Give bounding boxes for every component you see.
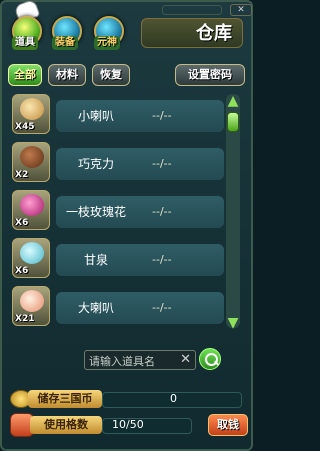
item-name: 一枝玫瑰花 <box>65 205 126 219</box>
search-box: ✕ <box>84 350 196 370</box>
window-title: 仓库 <box>141 18 243 48</box>
filter-tabs: 全部 材料 恢复 设置密码 <box>8 64 253 88</box>
item-quantity: X21 <box>15 314 35 324</box>
item-quantity: X45 <box>15 122 35 132</box>
item-time: --/-- <box>152 301 172 314</box>
used-slots-label: 使用格数 <box>30 416 102 434</box>
tab-recovery[interactable]: 恢复 <box>92 64 130 86</box>
item-time: --/-- <box>152 253 172 266</box>
item-plate: 一枝玫瑰花 --/-- <box>56 196 224 228</box>
item-slot[interactable]: X21 <box>12 286 50 326</box>
scrollbar-thumb[interactable] <box>227 112 239 132</box>
item-slot[interactable]: X6 <box>12 190 50 230</box>
item-list: X45 小喇叭 --/-- X2 巧克力 --/-- X6 一枝玫瑰花 --/-… <box>8 88 224 336</box>
withdraw-button[interactable]: 取钱 <box>208 414 248 436</box>
top-bar: ✕ 道具 装备 元神 仓库 <box>2 0 255 54</box>
category-equipment-label: 装备 <box>52 36 78 50</box>
spring-icon <box>20 242 44 264</box>
list-item[interactable]: X2 巧克力 --/-- <box>8 140 224 186</box>
scroll-down-icon[interactable]: ▼ <box>224 316 242 330</box>
item-plate: 甘泉 --/-- <box>56 244 224 276</box>
item-slot[interactable]: X45 <box>12 94 50 134</box>
stored-coins-value: 0 <box>170 392 177 405</box>
tab-all[interactable]: 全部 <box>8 64 42 86</box>
set-password-button[interactable]: 设置密码 <box>175 64 245 86</box>
scroll-up-icon[interactable]: ▲ <box>224 94 242 108</box>
item-slot[interactable]: X6 <box>12 238 50 278</box>
category-props-label: 道具 <box>12 36 38 50</box>
item-name: 巧克力 <box>77 157 114 171</box>
list-item[interactable]: X6 一枝玫瑰花 --/-- <box>8 188 224 234</box>
stored-coins-label: 储存三国币 <box>28 390 102 408</box>
clear-icon[interactable]: ✕ <box>180 352 191 368</box>
category-spirit-label: 元神 <box>94 36 120 50</box>
chocolate-icon <box>20 146 44 168</box>
tab-materials[interactable]: 材料 <box>48 64 86 86</box>
egg-icon <box>20 290 44 312</box>
item-time: --/-- <box>152 205 172 218</box>
list-item[interactable]: X6 甘泉 --/-- <box>8 236 224 282</box>
item-plate: 大喇叭 --/-- <box>56 292 224 324</box>
item-slot[interactable]: X2 <box>12 142 50 182</box>
list-item[interactable]: X45 小喇叭 --/-- <box>8 92 224 138</box>
search-input[interactable] <box>89 353 177 369</box>
item-quantity: X2 <box>15 170 29 180</box>
search-icon[interactable] <box>199 348 221 370</box>
coin-row: 储存三国币 0 <box>10 388 248 410</box>
warehouse-panel: ✕ 道具 装备 元神 仓库 全部 材料 恢复 设置密码 X45 小喇叭 --/-… <box>0 0 253 451</box>
item-plate: 小喇叭 --/-- <box>56 100 224 132</box>
item-name: 小喇叭 <box>77 109 114 123</box>
used-slots-value: 10/50 <box>112 418 144 431</box>
list-item[interactable]: X21 大喇叭 --/-- <box>8 284 224 330</box>
item-name: 甘泉 <box>83 253 108 267</box>
item-time: --/-- <box>152 157 172 170</box>
item-quantity: X6 <box>15 266 29 276</box>
bread-icon <box>20 98 44 120</box>
slots-row: 使用格数 10/50 取钱 <box>10 412 248 438</box>
close-button[interactable]: ✕ <box>230 4 252 16</box>
item-plate: 巧克力 --/-- <box>56 148 224 180</box>
item-quantity: X6 <box>15 218 29 228</box>
item-time: --/-- <box>152 109 172 122</box>
rose-icon <box>20 194 44 216</box>
item-name: 大喇叭 <box>77 301 114 315</box>
window-frame-strip <box>162 5 222 15</box>
